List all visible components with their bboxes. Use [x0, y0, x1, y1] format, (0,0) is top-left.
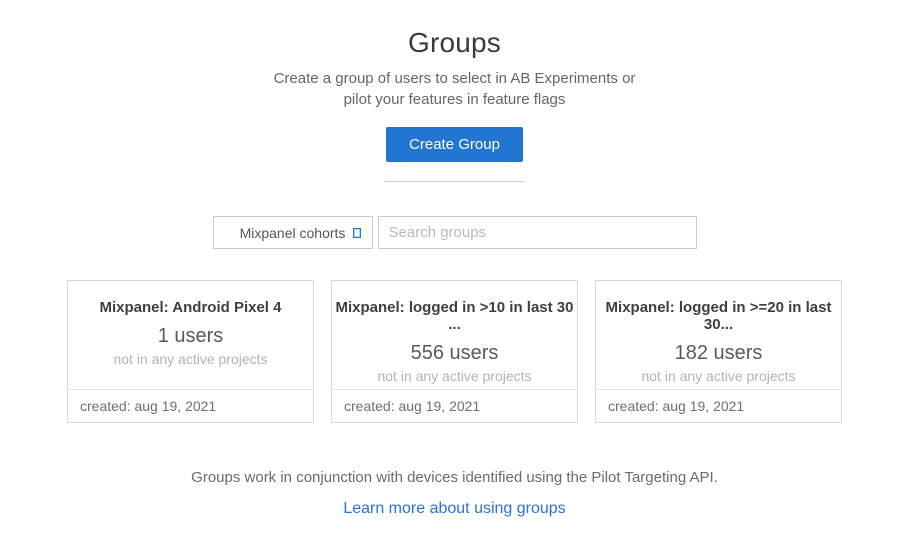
group-user-count: 1 users [68, 325, 313, 348]
group-card-main: Mixpanel: logged in >10 in last 30 ... 5… [332, 281, 577, 389]
groups-page: Groups Create a group of users to select… [0, 0, 909, 518]
group-card[interactable]: Mixpanel: logged in >10 in last 30 ... 5… [331, 280, 578, 423]
group-status: not in any active projects [596, 368, 841, 384]
group-created-date: created: aug 19, 2021 [332, 389, 577, 422]
group-user-count: 182 users [596, 342, 841, 365]
groups-info-note: Groups work in conjunction with devices … [0, 469, 909, 486]
subtitle-line-1: Create a group of users to select in AB … [274, 70, 636, 87]
group-created-date: created: aug 19, 2021 [596, 389, 841, 422]
page-subtitle: Create a group of users to select in AB … [0, 68, 909, 110]
group-card-list: Mixpanel: Android Pixel 4 1 users not in… [0, 280, 909, 423]
group-card-main: Mixpanel: Android Pixel 4 1 users not in… [68, 281, 313, 389]
group-card[interactable]: Mixpanel: logged in >=20 in last 30... 1… [595, 280, 842, 423]
section-divider [385, 181, 525, 182]
group-card-main: Mixpanel: logged in >=20 in last 30... 1… [596, 281, 841, 389]
cohort-source-dropdown[interactable]: Mixpanel cohorts [213, 216, 373, 249]
subtitle-line-2: pilot your features in feature flags [344, 91, 566, 108]
group-user-count: 556 users [332, 342, 577, 365]
filter-controls: Mixpanel cohorts [0, 216, 909, 249]
learn-more-link[interactable]: Learn more about using groups [343, 500, 565, 518]
dropdown-indicator-icon [353, 228, 361, 238]
cohort-source-dropdown-value: Mixpanel cohorts [240, 225, 346, 241]
group-title: Mixpanel: logged in >10 in last 30 ... [332, 299, 577, 333]
group-title: Mixpanel: Android Pixel 4 [68, 299, 313, 316]
search-groups-input[interactable] [378, 216, 697, 249]
group-status: not in any active projects [332, 368, 577, 384]
page-title: Groups [0, 27, 909, 59]
group-card[interactable]: Mixpanel: Android Pixel 4 1 users not in… [67, 280, 314, 423]
group-created-date: created: aug 19, 2021 [68, 389, 313, 422]
create-group-button[interactable]: Create Group [386, 127, 523, 162]
group-status: not in any active projects [68, 351, 313, 367]
group-title: Mixpanel: logged in >=20 in last 30... [596, 299, 841, 333]
